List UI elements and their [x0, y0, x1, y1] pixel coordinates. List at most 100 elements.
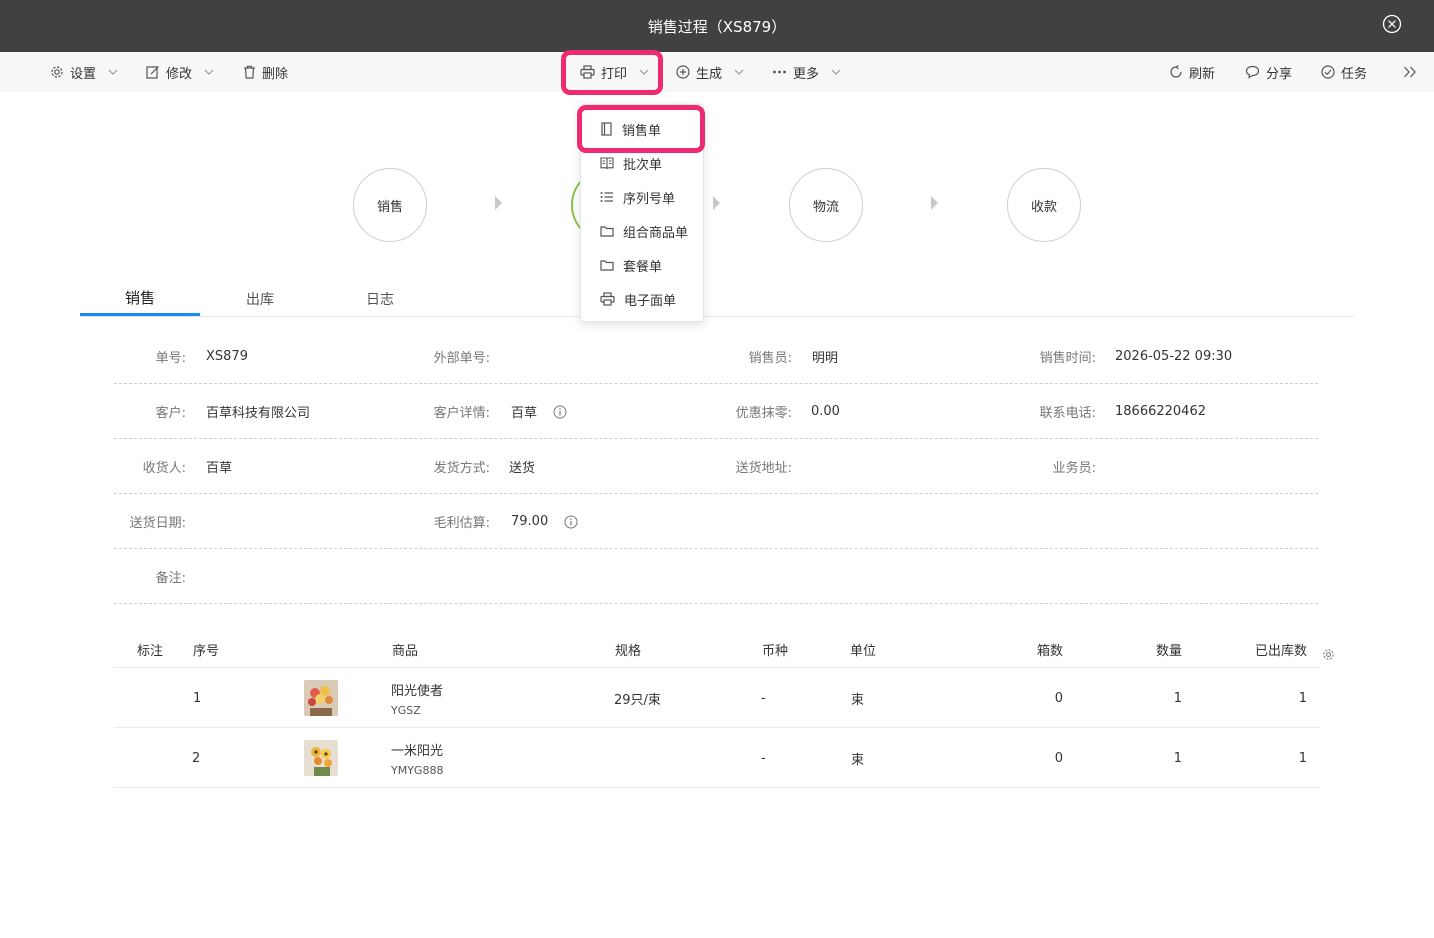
double-chevron-right-icon — [1404, 66, 1416, 78]
product-name: 阳光使者 — [391, 683, 444, 699]
customer-value: 百草科技有限公司 — [206, 406, 311, 421]
toolbar: 设置 修改 删除 打印 生成 更多 刷新 分享 任务 — [0, 52, 1434, 92]
chevron-down-icon — [204, 69, 214, 75]
step-label: 收款 — [1030, 199, 1057, 215]
table-header: 标注 序号 商品 规格 币种 单位 箱数 数量 已出库数 — [114, 630, 1334, 668]
col-currency: 币种 — [762, 643, 789, 659]
sale-time-label: 销售时间: — [1039, 351, 1096, 366]
close-icon[interactable] — [1382, 14, 1402, 34]
share-label: 分享 — [1266, 66, 1293, 82]
sale-time-value: 2026-05-22 09:30 — [1115, 349, 1233, 364]
cell-qty: 1 — [1173, 750, 1182, 766]
cell-seq: 1 — [193, 690, 202, 706]
share-button[interactable]: 分享 — [1245, 52, 1292, 92]
refresh-button[interactable]: 刷新 — [1169, 52, 1215, 92]
salesperson-label: 销售员: — [748, 351, 792, 366]
delete-button[interactable]: 删除 — [243, 52, 288, 92]
col-unit: 单位 — [850, 643, 877, 659]
chevron-down-icon — [831, 69, 841, 75]
settings-button[interactable]: 设置 — [50, 52, 118, 92]
receiver-value: 百草 — [206, 461, 233, 476]
menu-item-combo-order[interactable]: 组合商品单 — [581, 215, 703, 247]
customer-label: 客户: — [155, 406, 186, 421]
sales-order-highlight — [577, 105, 705, 153]
gear-icon[interactable] — [1322, 648, 1335, 661]
book-icon — [600, 157, 614, 170]
menu-item-label: 序列号单 — [623, 191, 676, 207]
list-icon — [600, 192, 613, 202]
tab-outbound[interactable]: 出库 — [200, 282, 320, 316]
step-logistics[interactable]: 物流 — [789, 168, 863, 242]
phone-label: 联系电话: — [1039, 406, 1096, 421]
cell-seq: 2 — [192, 750, 201, 766]
step-sales[interactable]: 销售 — [353, 168, 427, 242]
refresh-icon — [1170, 65, 1182, 78]
info-icon[interactable] — [553, 405, 567, 419]
col-seq: 序号 — [193, 643, 220, 659]
step-label: 销售 — [376, 199, 403, 215]
gross-profit-value: 79.00 — [511, 494, 578, 549]
tab-sales[interactable]: 销售 — [80, 282, 200, 316]
customer-detail-label: 客户详情: — [433, 406, 490, 421]
expand-button[interactable] — [1403, 52, 1417, 92]
order-no-value: XS879 — [206, 349, 248, 364]
form-row: 收货人: 百草 发货方式: 送货 送货地址: 业务员: — [114, 439, 1318, 494]
step-payment[interactable]: 收款 — [1007, 168, 1081, 242]
ship-method-value: 送货 — [509, 461, 536, 476]
tab-log[interactable]: 日志 — [320, 282, 440, 316]
menu-item-package-order[interactable]: 套餐单 — [581, 249, 703, 281]
cell-shipped: 1 — [1298, 690, 1307, 706]
ship-method-label: 发货方式: — [433, 461, 490, 476]
customer-detail-value: 百草 — [511, 384, 567, 439]
table-row[interactable]: 1 阳光使者 YGSZ 29只/束 - 束 0 1 1 — [114, 668, 1320, 728]
gross-profit-text: 79.00 — [511, 514, 549, 529]
col-boxes: 箱数 — [1036, 643, 1063, 659]
task-button[interactable]: 任务 — [1321, 52, 1367, 92]
step-arrow-icon — [495, 196, 502, 210]
menu-item-label: 电子面单 — [624, 293, 677, 309]
col-shipped: 已出库数 — [1254, 643, 1307, 659]
ship-address-label: 送货地址: — [735, 461, 792, 476]
generate-label: 生成 — [696, 66, 723, 82]
col-spec: 规格 — [615, 643, 642, 659]
more-icon — [773, 70, 786, 74]
gross-profit-label: 毛利估算: — [433, 516, 490, 531]
menu-item-serial-order[interactable]: 序列号单 — [581, 181, 703, 213]
menu-item-label: 组合商品单 — [623, 225, 689, 241]
window-title: 销售过程（XS879） — [647, 17, 787, 36]
receiver-label: 收货人: — [142, 461, 186, 476]
refresh-label: 刷新 — [1189, 66, 1216, 82]
cell-boxes: 0 — [1054, 690, 1063, 706]
folder-icon — [600, 226, 614, 237]
menu-item-label: 套餐单 — [623, 259, 663, 275]
menu-item-e-waybill[interactable]: 电子面单 — [581, 283, 703, 315]
edit-button[interactable]: 修改 — [146, 52, 214, 92]
cell-boxes: 0 — [1054, 750, 1063, 766]
more-button[interactable]: 更多 — [772, 52, 841, 92]
cell-spec: 29只/束 — [614, 692, 661, 708]
phone-value: 18666220462 — [1115, 404, 1206, 419]
cell-unit: 束 — [851, 692, 865, 708]
folder-icon — [600, 260, 614, 271]
product-image — [304, 680, 338, 716]
gear-icon — [51, 66, 63, 78]
table-row[interactable]: 2 一米阳光 YMYG888 - 束 0 1 1 — [114, 728, 1320, 788]
task-label: 任务 — [1341, 66, 1368, 82]
plus-circle-icon — [676, 65, 690, 79]
customer-detail-text: 百草 — [511, 406, 538, 421]
tab-bar: 销售 出库 日志 — [80, 282, 1354, 317]
cell-unit: 束 — [851, 752, 865, 768]
ship-date-label: 送货日期: — [129, 516, 186, 531]
check-circle-icon — [1321, 65, 1335, 79]
form-row: 送货日期: 毛利估算: 79.00 — [114, 494, 1318, 549]
external-no-label: 外部单号: — [433, 351, 490, 366]
remark-label: 备注: — [155, 571, 186, 586]
cell-shipped: 1 — [1298, 750, 1307, 766]
title-bar: 销售过程（XS879） — [0, 0, 1434, 52]
info-icon[interactable] — [564, 515, 578, 529]
order-no-label: 单号: — [155, 351, 186, 366]
product-code: YMYG888 — [391, 763, 444, 777]
generate-button[interactable]: 生成 — [676, 52, 744, 92]
cell-currency: - — [761, 690, 766, 706]
step-arrow-icon — [713, 196, 720, 210]
